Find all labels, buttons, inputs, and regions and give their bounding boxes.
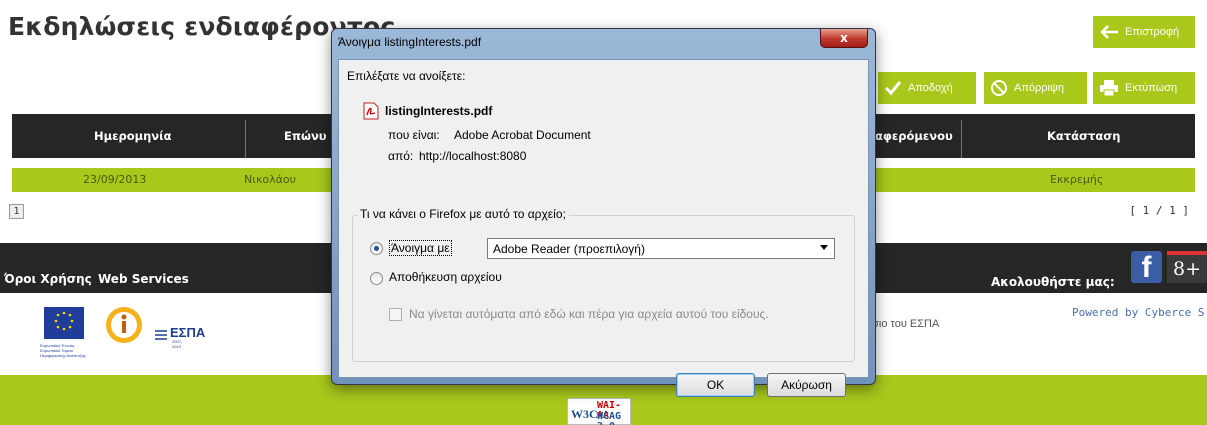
block-icon	[990, 79, 1008, 97]
dialog-body: Επιλέξατε να ανοίξετε: listingInterests.…	[338, 59, 869, 397]
auto-action-label[interactable]: Να γίνεται αυτόματα από εδώ και πέρα για…	[409, 307, 769, 321]
column-header-status[interactable]: Κατάσταση	[1047, 114, 1120, 158]
auto-action-checkbox[interactable]	[389, 308, 402, 321]
google-plus-icon[interactable]: 8+	[1167, 251, 1207, 283]
cell-date: 23/09/2013	[83, 173, 147, 186]
dialog-title: Άνοιγμα listingInterests.pdf	[338, 35, 482, 49]
reject-button[interactable]: Απόρριψη	[984, 72, 1087, 104]
checkmark-icon	[884, 80, 902, 96]
w3c-logo: W3C	[571, 407, 598, 421]
pdf-file-icon	[363, 102, 379, 120]
print-button[interactable]: Εκτύπωση	[1093, 72, 1195, 104]
column-divider	[961, 120, 962, 158]
eu-caption: Ευρωπαϊκή Ένωση Ευρωπαϊκό Ταμείο Περιφερ…	[40, 343, 86, 358]
open-with-selected: Adobe Reader (προεπιλογή)	[493, 241, 645, 256]
chevron-down-icon	[820, 245, 828, 250]
column-header-interested[interactable]: αφερόμενου	[875, 114, 953, 158]
dialog-type-value: Adobe Acrobat Document	[454, 128, 591, 142]
page: Εκδηλώσεις ενδιαφέροντος Επιστροφή Αποδο…	[0, 0, 1207, 425]
dialog-filename: listingInterests.pdf	[385, 104, 493, 118]
wcag-badge[interactable]: W3C WAI-AA WCAG 2.0	[567, 398, 631, 425]
cell-surname: Νικολάου	[244, 173, 297, 186]
wcag-version: WCAG 2.0	[597, 411, 622, 425]
save-file-radio[interactable]	[370, 272, 383, 285]
dialog-intro: Επιλέξατε να ανοίξετε:	[347, 69, 466, 83]
page-count: [ 1 / 1 ]	[1129, 204, 1189, 217]
dialog-close-button[interactable]: x	[820, 29, 868, 48]
arrow-left-icon	[1101, 25, 1119, 39]
save-file-label[interactable]: Αποθήκευση αρχείου	[389, 270, 502, 284]
page-number-button[interactable]: 1	[9, 204, 24, 219]
reject-label: Απόρριψη	[1014, 82, 1064, 94]
follow-label: Ακολουθήστε μας:	[991, 275, 1115, 289]
dialog-type-label: που είναι:	[388, 128, 440, 142]
action-group-label: Τι να κάνει ο Firefox με αυτό το αρχείο;	[357, 207, 569, 221]
facebook-icon[interactable]: f	[1131, 251, 1162, 283]
web-services-link[interactable]: Web Services	[98, 272, 189, 286]
open-with-select[interactable]: Adobe Reader (προεπιλογή)	[487, 238, 835, 259]
printer-icon	[1099, 79, 1119, 97]
espa-logo-years: 2007-2013	[172, 339, 183, 349]
back-label: Επιστροφή	[1125, 26, 1180, 38]
open-file-dialog: Άνοιγμα listingInterests.pdf x Επιλέξατε…	[331, 28, 876, 397]
powered-by-link[interactable]: Powered by Cyberce S.A	[1072, 306, 1207, 319]
ok-button[interactable]: OK	[676, 373, 755, 397]
open-with-label[interactable]: Άνοιγμα με	[389, 240, 452, 256]
print-label: Εκτύπωση	[1125, 82, 1178, 94]
open-with-radio[interactable]	[370, 242, 383, 255]
dialog-from-value: http://localhost:8080	[419, 149, 527, 163]
cancel-button[interactable]: Ακύρωση	[767, 373, 846, 397]
eu-flag-icon	[44, 307, 84, 339]
column-header-surname[interactable]: Επώνυ	[284, 114, 327, 158]
info-logo-icon	[103, 305, 145, 345]
espa-logo-text: ΕΣΠΑ	[170, 325, 206, 340]
column-divider	[245, 120, 246, 158]
cell-status: Εκκρεμής	[1050, 173, 1104, 186]
accept-label: Αποδοχή	[908, 82, 953, 94]
accept-button[interactable]: Αποδοχή	[878, 72, 976, 104]
dialog-from-label: από:	[388, 149, 414, 163]
back-button[interactable]: Επιστροφή	[1093, 16, 1195, 48]
terms-link[interactable]: Όροι Χρήσης	[4, 272, 92, 286]
column-header-date[interactable]: Ημερομηνία	[94, 114, 172, 158]
